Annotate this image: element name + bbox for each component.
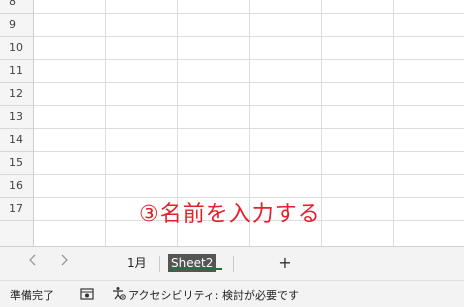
row-header[interactable]: 16 (0, 175, 33, 198)
row-header[interactable]: 13 (0, 106, 33, 129)
gridline (321, 0, 322, 246)
tab-separator (233, 256, 234, 272)
row-header[interactable]: 17 (0, 198, 33, 221)
row-header[interactable]: 9 (0, 14, 33, 37)
status-bar: 準備完了 アクセシビリティ: 検討が必要です (0, 280, 464, 307)
chevron-left-icon[interactable] (25, 254, 41, 272)
row-header[interactable]: 12 (0, 83, 33, 106)
row-headers: 8 9 10 11 12 13 14 15 16 17 (0, 0, 34, 246)
row-header[interactable]: 10 (0, 37, 33, 60)
row-header[interactable]: 8 (0, 0, 33, 14)
chevron-right-icon[interactable] (56, 254, 72, 272)
macro-record-icon[interactable] (80, 288, 94, 300)
sheet-tab-bar: 1月 Sheet2 + (0, 246, 464, 280)
active-tab-underline (170, 268, 222, 270)
sheet-tab-2[interactable]: Sheet2 (168, 252, 217, 274)
tab-separator (159, 256, 160, 272)
status-ready: 準備完了 (10, 289, 54, 302)
sheet-tab-label: 1月 (127, 256, 147, 270)
plus-icon: + (278, 253, 292, 272)
accessibility-status[interactable]: アクセシビリティ: 検討が必要です (128, 287, 299, 303)
accessibility-icon[interactable] (112, 286, 126, 300)
gridline (393, 0, 394, 246)
sheet-tab-1[interactable]: 1月 (127, 252, 147, 274)
gridline (105, 0, 106, 246)
add-sheet-button[interactable]: + (276, 252, 294, 274)
row-header[interactable]: 15 (0, 152, 33, 175)
worksheet-grid[interactable]: 8 9 10 11 12 13 14 15 16 17 ③名前を入力する (0, 0, 464, 246)
row-header[interactable]: 11 (0, 60, 33, 83)
annotation-text: ③名前を入力する (139, 202, 321, 227)
row-header[interactable]: 14 (0, 129, 33, 152)
